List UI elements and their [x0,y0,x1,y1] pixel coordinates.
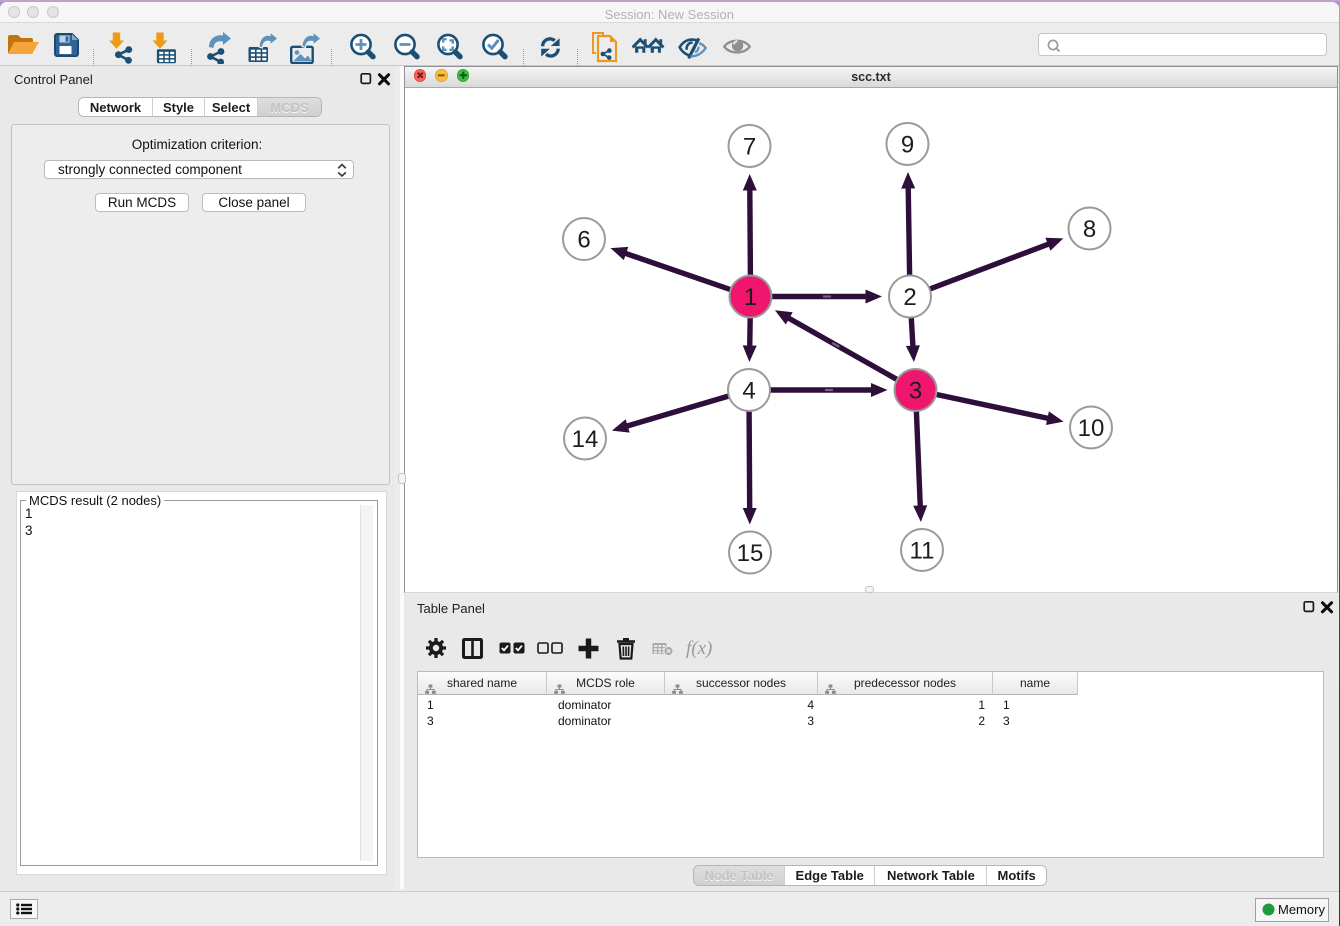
svg-text:10: 10 [1078,415,1105,442]
svg-text:11: 11 [910,538,935,565]
svg-text:1: 1 [744,284,757,311]
svg-text:8: 8 [1083,216,1096,243]
svg-text:6: 6 [577,227,590,254]
svg-text:4: 4 [742,378,755,405]
svg-text:3: 3 [909,378,922,405]
svg-text:7: 7 [743,134,756,161]
svg-text:2: 2 [903,284,916,311]
svg-text:9: 9 [901,132,914,159]
svg-text:15: 15 [737,540,764,567]
svg-text:14: 14 [572,426,599,453]
